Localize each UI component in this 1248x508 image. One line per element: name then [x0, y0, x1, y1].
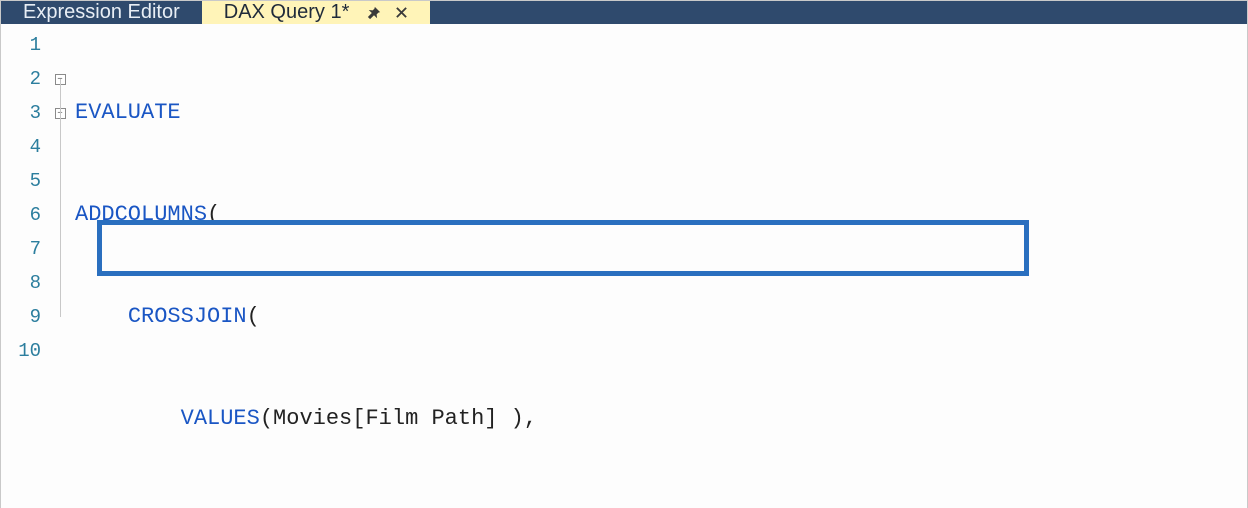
- pin-icon[interactable]: [367, 6, 381, 20]
- code-line: VALUES( 'Max Path Index'[Value] ): [75, 504, 1247, 508]
- line-number: 6: [1, 198, 51, 232]
- line-number: 7: [1, 232, 51, 266]
- tab-strip: Expression Editor DAX Query 1*: [1, 1, 1247, 24]
- tab-label: DAX Query 1*: [224, 1, 350, 24]
- code-line: CROSSJOIN(: [75, 300, 1247, 334]
- code-line: VALUES(Movies[Film Path] ),: [75, 402, 1247, 436]
- code-area[interactable]: EVALUATE ADDCOLUMNS( CROSSJOIN( VALUES(M…: [69, 24, 1247, 508]
- app-window: Expression Editor DAX Query 1* 1 2 3 4 5…: [0, 0, 1248, 508]
- line-number: 5: [1, 164, 51, 198]
- close-icon[interactable]: [395, 6, 408, 19]
- tab-dax-query[interactable]: DAX Query 1*: [202, 1, 431, 24]
- line-number: 9: [1, 300, 51, 334]
- line-number: 8: [1, 266, 51, 300]
- code-line: ADDCOLUMNS(: [75, 198, 1247, 232]
- tab-label: Expression Editor: [23, 1, 180, 24]
- line-number: 10: [1, 334, 51, 368]
- code-line: EVALUATE: [75, 96, 1247, 130]
- line-number-gutter: 1 2 3 4 5 6 7 8 9 10: [1, 24, 51, 508]
- line-number: 4: [1, 130, 51, 164]
- fold-column: – –: [51, 24, 69, 508]
- line-number: 3: [1, 96, 51, 130]
- line-number: 1: [1, 28, 51, 62]
- tab-expression-editor[interactable]: Expression Editor: [1, 1, 202, 24]
- line-number: 2: [1, 62, 51, 96]
- code-editor[interactable]: 1 2 3 4 5 6 7 8 9 10 – – EVALUATE ADDCOL…: [1, 24, 1247, 508]
